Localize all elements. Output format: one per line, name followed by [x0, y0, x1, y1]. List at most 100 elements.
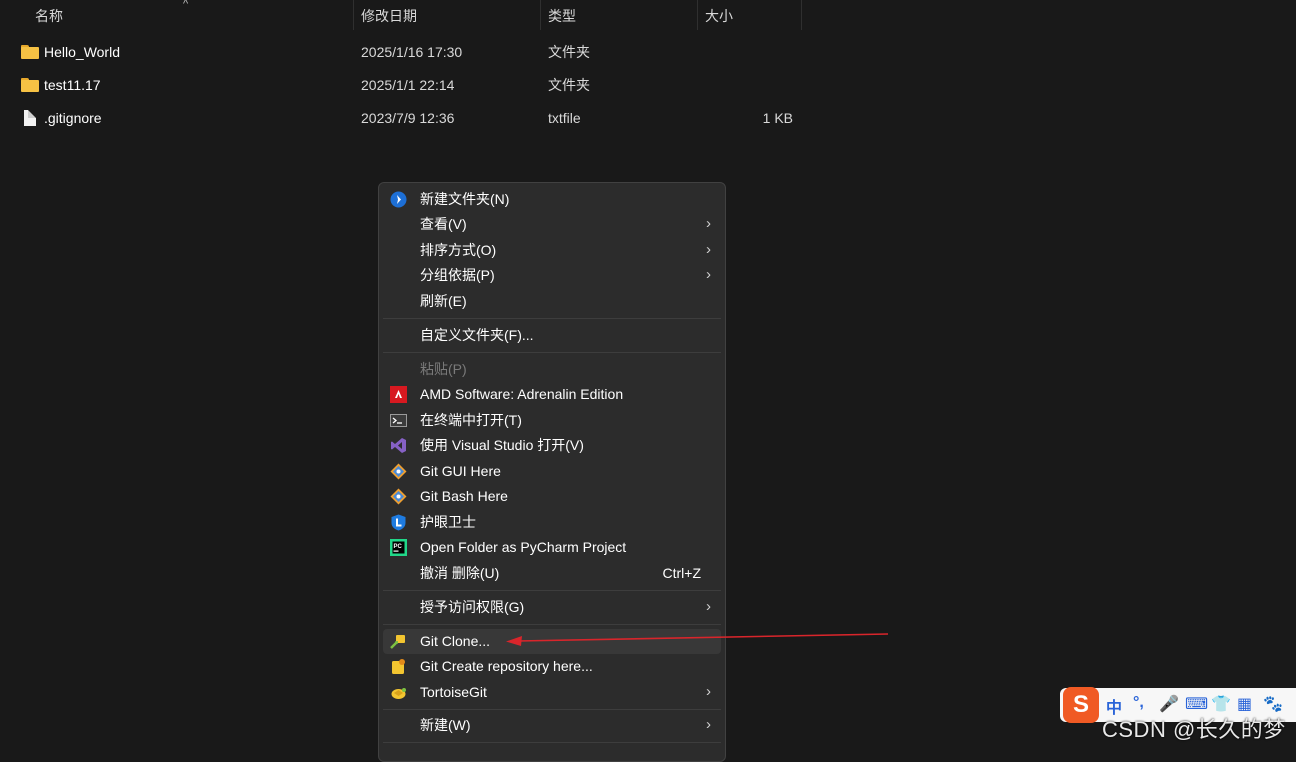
menu-separator	[383, 709, 721, 710]
menu-label: Git GUI Here	[420, 463, 501, 479]
menu-item-undo-delete[interactable]: 撤消 删除(U) Ctrl+Z	[383, 561, 721, 586]
menu-label: 新建文件夹(N)	[420, 191, 510, 207]
menu-label: Git Clone...	[420, 633, 491, 649]
file-name: .gitignore	[44, 110, 102, 126]
menu-separator	[383, 742, 721, 743]
menu-label: 分组依据(P)	[420, 267, 495, 283]
menu-item-git-bash[interactable]: Git Bash Here	[383, 484, 721, 509]
chevron-right-icon: ›	[706, 266, 711, 283]
menu-label: AMD Software: Adrenalin Edition	[420, 386, 624, 402]
file-date: 2025/1/16 17:30	[361, 44, 463, 60]
annotation-arrow	[506, 633, 889, 646]
file-row-test11-17[interactable]: test11.17 2025/1/1 22:14 文件夹	[0, 69, 810, 101]
menu-separator	[383, 352, 721, 353]
column-divider[interactable]	[353, 0, 354, 30]
menu-item-eye-guard[interactable]: 护眼卫士	[383, 510, 721, 535]
file-name: test11.17	[44, 77, 101, 93]
menu-item-open-terminal[interactable]: 在终端中打开(T)	[383, 408, 721, 433]
menu-item-open-visual-studio[interactable]: 使用 Visual Studio 打开(V)	[383, 433, 721, 458]
file-type: 文件夹	[548, 77, 590, 93]
ime-punctuation-icon[interactable]: °,	[1133, 694, 1144, 712]
file-icon	[21, 110, 39, 126]
git-create-repository-icon	[392, 659, 405, 674]
menu-item-paste: 粘贴(P)	[383, 357, 721, 382]
column-size[interactable]: 大小	[705, 0, 733, 30]
menu-label: 刷新(E)	[420, 293, 467, 309]
menu-label: 新建(W)	[420, 717, 471, 733]
chevron-right-icon: ›	[706, 241, 711, 258]
menu-item-pycharm[interactable]: PC Open Folder as PyCharm Project	[383, 535, 721, 560]
menu-item-refresh[interactable]: 刷新(E)	[383, 289, 721, 314]
file-type: 文件夹	[548, 44, 590, 60]
chevron-right-icon: ›	[706, 215, 711, 232]
chevron-right-icon: ›	[706, 683, 711, 700]
column-type[interactable]: 类型	[548, 0, 576, 30]
folder-icon	[21, 44, 39, 60]
menu-separator	[383, 318, 721, 319]
ime-keyboard-icon[interactable]: ⌨	[1185, 694, 1208, 714]
menu-item-grant-access[interactable]: 授予访问权限(G) ›	[383, 595, 721, 620]
folder-icon	[21, 77, 39, 93]
menu-label: 查看(V)	[420, 216, 467, 232]
ime-pet-icon[interactable]: 🐾	[1263, 694, 1283, 714]
column-header: 名称 ^ 修改日期 类型 大小	[0, 0, 1296, 32]
column-modified[interactable]: 修改日期	[361, 0, 417, 30]
menu-label: 自定义文件夹(F)...	[420, 327, 534, 343]
column-divider[interactable]	[540, 0, 541, 30]
ime-toolbox-icon[interactable]: ▦	[1237, 694, 1252, 714]
file-name: Hello_World	[44, 44, 120, 60]
eye-guard-icon	[391, 514, 406, 531]
menu-label: TortoiseGit	[420, 684, 487, 700]
sort-caret-icon: ^	[183, 0, 189, 10]
menu-label: 在终端中打开(T)	[420, 412, 522, 428]
menu-item-tortoisegit[interactable]: TortoiseGit ›	[383, 680, 721, 705]
visual-studio-icon	[391, 438, 406, 453]
menu-shortcut: Ctrl+Z	[662, 565, 702, 581]
menu-label: Git Bash Here	[420, 488, 508, 504]
menu-separator	[383, 624, 721, 625]
tortoisegit-icon	[391, 688, 406, 699]
file-row-gitignore[interactable]: .gitignore 2023/7/9 12:36 txtfile 1 KB	[0, 102, 810, 134]
git-bash-icon	[390, 488, 407, 505]
menu-item-new[interactable]: 新建(W) ›	[383, 713, 721, 738]
file-size: 1 KB	[762, 110, 793, 126]
menu-label: 护眼卫士	[420, 514, 476, 530]
menu-item-view[interactable]: 查看(V) ›	[383, 212, 721, 237]
new-folder-icon	[390, 191, 407, 208]
menu-item-new-folder[interactable]: 新建文件夹(N)	[383, 187, 721, 212]
column-name[interactable]: 名称	[35, 0, 63, 30]
svg-text:PC: PC	[394, 544, 403, 550]
ime-logo-icon[interactable]: S	[1063, 687, 1099, 723]
terminal-icon	[390, 414, 407, 427]
menu-item-sort-by[interactable]: 排序方式(O) ›	[383, 238, 721, 263]
column-divider[interactable]	[801, 0, 802, 30]
menu-item-git-create-repository[interactable]: Git Create repository here...	[383, 654, 721, 679]
ime-voice-icon[interactable]: 🎤	[1159, 694, 1179, 714]
file-type: txtfile	[548, 110, 581, 126]
git-clone-icon	[390, 635, 405, 649]
column-divider[interactable]	[697, 0, 698, 30]
chevron-right-icon: ›	[706, 716, 711, 733]
chevron-right-icon: ›	[706, 598, 711, 615]
file-date: 2023/7/9 12:36	[361, 110, 455, 126]
menu-item-amd-software[interactable]: AMD Software: Adrenalin Edition	[383, 382, 721, 407]
menu-item-git-gui[interactable]: Git GUI Here	[383, 459, 721, 484]
menu-label: 排序方式(O)	[420, 242, 497, 258]
menu-label: 授予访问权限(G)	[420, 599, 525, 615]
amd-icon	[390, 386, 407, 403]
menu-label: 使用 Visual Studio 打开(V)	[420, 437, 584, 453]
menu-label: 粘贴(P)	[420, 361, 467, 377]
menu-item-group-by[interactable]: 分组依据(P) ›	[383, 263, 721, 288]
menu-label: Open Folder as PyCharm Project	[420, 539, 627, 555]
menu-item-customize-folder[interactable]: 自定义文件夹(F)...	[383, 323, 721, 348]
menu-separator	[383, 590, 721, 591]
menu-label: Git Create repository here...	[420, 658, 593, 674]
ime-skin-icon[interactable]: 👕	[1211, 694, 1231, 714]
git-gui-icon	[390, 463, 407, 480]
file-date: 2025/1/1 22:14	[361, 77, 455, 93]
menu-label: 撤消 删除(U)	[420, 565, 500, 581]
file-row-hello-world[interactable]: Hello_World 2025/1/16 17:30 文件夹	[0, 36, 810, 68]
context-menu: 新建文件夹(N) 查看(V) › 排序方式(O) › 分组依据(P) › 刷新(…	[378, 182, 726, 762]
watermark: CSDN @长久的梦	[1102, 717, 1286, 742]
pycharm-icon: PC	[390, 539, 407, 556]
